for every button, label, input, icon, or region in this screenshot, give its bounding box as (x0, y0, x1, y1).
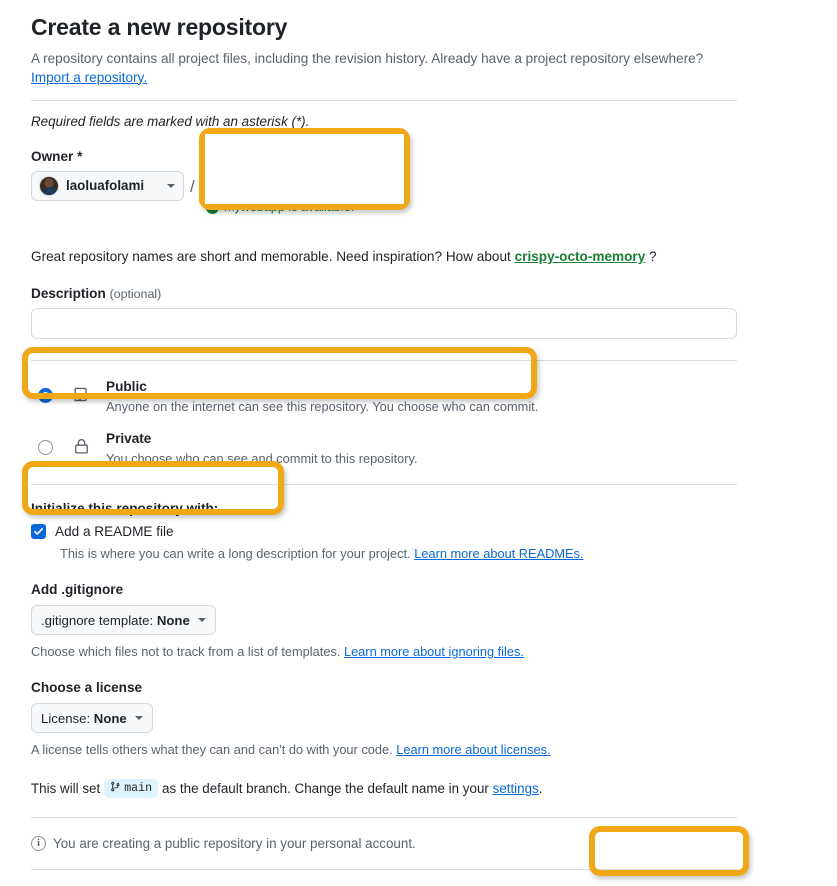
availability-text: mywebapp is available. (224, 200, 355, 214)
gitignore-dropdown-prefix: .gitignore template: (41, 612, 157, 628)
branch-suffix: . (538, 781, 543, 797)
divider-submit (31, 869, 737, 871)
visibility-private-text: Private You choose who can see and commi… (106, 430, 737, 467)
divider-info (31, 817, 737, 819)
branch-middle-text: as the default branch. Change the defaul… (162, 781, 489, 797)
owner-name-value: laoluafolami (66, 178, 145, 194)
add-readme-label: Add a README file (55, 524, 174, 540)
license-note-text: A license tells others what they can and… (31, 742, 397, 758)
description-field: Description (optional) (31, 286, 737, 339)
repository-name-availability: ✓ mywebapp is available. (206, 200, 354, 214)
page-subtitle: A repository contains all project files,… (31, 50, 704, 66)
visibility-public-title: Public (106, 378, 147, 394)
gitignore-note: Choose which files not to track from a l… (31, 644, 737, 659)
chevron-down-icon (134, 716, 143, 721)
default-branch-badge: main (104, 779, 159, 799)
owner-label: Owner * (31, 148, 83, 164)
divider-initialize (31, 484, 737, 486)
repo-book-icon (73, 386, 92, 408)
chevron-down-icon (197, 618, 206, 623)
repository-name-input[interactable] (199, 169, 396, 201)
settings-link[interactable]: settings (493, 781, 539, 796)
readme-desc-text: This is where you can write a long descr… (60, 546, 415, 562)
creation-info-line: i You are creating a public repository i… (31, 836, 737, 852)
checkbox-add-readme[interactable] (31, 524, 46, 540)
learn-more-licenses-link[interactable]: Learn more about licenses. (396, 742, 550, 757)
radio-public[interactable] (38, 387, 53, 403)
divider-top (31, 99, 737, 101)
visibility-option-private[interactable]: Private You choose who can see and commi… (31, 428, 737, 467)
visibility-public-text: Public Anyone on the internet can see th… (106, 378, 737, 415)
branch-prefix: This will set (31, 781, 101, 797)
description-input[interactable] (31, 307, 737, 339)
description-label: Description (optional) (31, 286, 737, 301)
page-title: Create a new repository (31, 14, 288, 40)
owner-dropdown[interactable]: laoluafolami (31, 170, 184, 201)
visibility-option-public[interactable]: Public Anyone on the internet can see th… (31, 376, 737, 415)
gitignore-dropdown-value: None (156, 612, 190, 628)
description-optional-tag: (optional) (109, 286, 162, 301)
create-repository-page: Create a new repository A repository con… (0, 0, 837, 886)
visibility-public-desc: Anyone on the internet can see this repo… (106, 398, 539, 414)
description-label-text: Description (31, 285, 106, 301)
hint-suffix: ? (645, 248, 657, 264)
radio-private[interactable] (38, 439, 53, 455)
default-branch-name: main (124, 782, 153, 796)
add-readme-row[interactable]: Add a README file (31, 524, 737, 540)
gitignore-section: Add .gitignore .gitignore template: None… (31, 582, 737, 659)
owner-name-separator: / (190, 176, 195, 196)
owner-field: Owner * laoluafolami (31, 149, 186, 201)
visibility-options: Public Anyone on the internet can see th… (31, 376, 737, 468)
initialize-section: Initialize this repository with: Add a R… (31, 501, 737, 561)
license-title: Choose a license (31, 680, 143, 696)
license-dropdown[interactable]: License: None (31, 703, 153, 734)
license-section: Choose a license License: None A license… (31, 680, 737, 757)
repository-name-hint: Great repository names are short and mem… (31, 249, 737, 264)
creation-info-text: You are creating a public repository in … (53, 836, 416, 852)
required-fields-note: Required fields are marked with an aster… (31, 113, 310, 129)
divider-visibility (31, 359, 737, 361)
gitignore-dropdown-label: .gitignore template: None (41, 613, 190, 628)
license-note: A license tells others what they can and… (31, 742, 737, 757)
import-repository-line: Import a repository. (31, 70, 737, 85)
initialize-title: Initialize this repository with: (31, 501, 219, 517)
gitignore-note-text: Choose which files not to track from a l… (31, 644, 344, 660)
gitignore-template-dropdown[interactable]: .gitignore template: None (31, 605, 216, 636)
add-readme-description: This is where you can write a long descr… (60, 546, 737, 561)
import-repository-link[interactable]: Import a repository. (31, 70, 147, 85)
form-container: Create a new repository A repository con… (31, 0, 737, 886)
learn-more-readmes-link[interactable]: Learn more about READMEs. (414, 546, 583, 561)
visibility-private-desc: You choose who can see and commit to thi… (106, 450, 418, 466)
visibility-private-title: Private (106, 430, 152, 446)
license-dropdown-label: License: None (41, 711, 127, 726)
check-circle-icon: ✓ (206, 200, 219, 214)
learn-more-ignoring-files-link[interactable]: Learn more about ignoring files. (344, 644, 524, 659)
default-branch-line: This will set main as the default branch… (31, 779, 737, 799)
owner-and-name-row: Owner * laoluafolami / Repository name * (31, 148, 737, 201)
repository-name-label: Repository name * (199, 147, 320, 163)
license-dropdown-prefix: License: (41, 710, 94, 726)
repository-name-field: Repository name * (199, 147, 396, 201)
hint-prefix: Great repository names are short and mem… (31, 248, 515, 264)
chevron-down-icon (167, 183, 175, 188)
gitignore-title: Add .gitignore (31, 582, 124, 598)
git-branch-icon (110, 781, 121, 796)
suggested-name-link[interactable]: crispy-octo-memory (515, 249, 646, 264)
lock-icon (73, 438, 92, 460)
user-avatar-icon (39, 175, 59, 196)
info-icon: i (31, 836, 46, 852)
license-dropdown-value: None (93, 710, 127, 726)
